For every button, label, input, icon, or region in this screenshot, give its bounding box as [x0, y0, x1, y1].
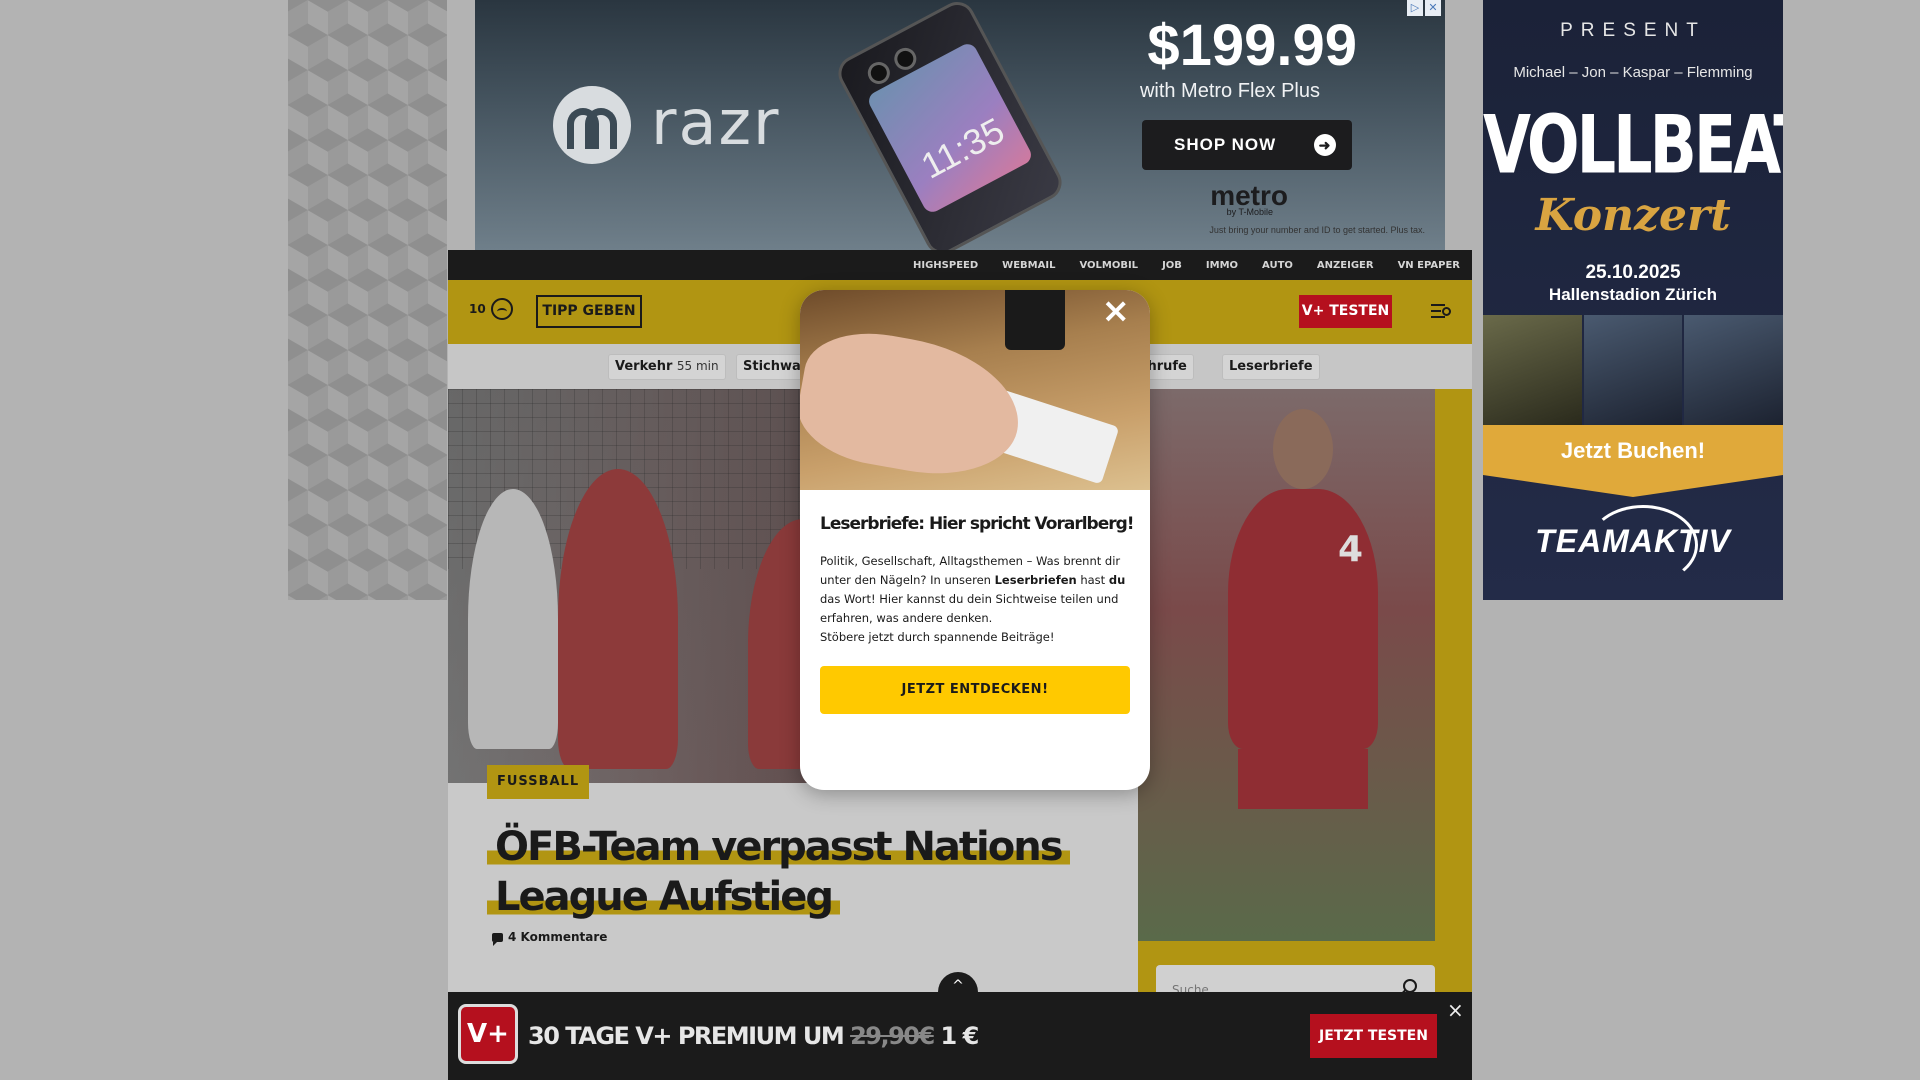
ad-brand: razr	[651, 86, 781, 159]
ad-band-name: VOLLBEAT	[1483, 97, 1783, 192]
band-photo	[1583, 315, 1683, 425]
carrier-sub: by T-Mobile	[1226, 207, 1273, 217]
player-head	[1273, 409, 1333, 489]
modal-image	[800, 290, 1150, 490]
modal-body: Politik, Gesellschaft, Alltagsthemen – W…	[820, 552, 1140, 647]
ad-names: Michael – Jon – Kaspar – Flemming	[1513, 64, 1753, 81]
modal-body-bold: du	[1108, 573, 1126, 587]
shop-now-label: SHOP NOW	[1174, 135, 1277, 154]
search-icon[interactable]	[1403, 979, 1417, 993]
modal-body-bold: Leserbriefen	[994, 573, 1077, 587]
vplus-logo: V+	[458, 1004, 518, 1064]
traffic-delay: 55 min	[676, 359, 719, 373]
headline-line-2: League Aufstieg	[487, 874, 841, 920]
right-skyscraper-ad[interactable]: PRESENT Michael – Jon – Kaspar – Flemmin…	[1483, 0, 1783, 600]
topbar-link-job[interactable]: JOB	[1150, 260, 1194, 271]
top-banner-ad[interactable]: ▷ ✕ razr 11:35 $199.99 with Metro Flex P…	[475, 0, 1445, 250]
ad-present: PRESENT	[1560, 20, 1706, 41]
band-photo	[1483, 315, 1582, 425]
cup-shape	[1005, 290, 1065, 350]
tipp-geben-button[interactable]: TIPP GEBEN	[536, 295, 642, 328]
weather-widget[interactable]: 10	[469, 298, 513, 320]
close-icon[interactable]: ×	[1102, 294, 1131, 328]
organizer-logo: TEAMAKTIV	[1535, 523, 1731, 559]
modal-body-text: das Wort! Hier kannst du dein Sichtweise…	[820, 592, 1119, 625]
phone-screen	[865, 40, 1035, 216]
modal-body-text: Stöbere jetzt durch spannende Beiträge!	[820, 630, 1055, 644]
promo-old-price: 29,90€	[850, 1022, 935, 1050]
promo-text: 30 TAGE V+ PREMIUM UM 29,90€ 1 €	[528, 1022, 980, 1050]
jetzt-buchen-button[interactable]: Jetzt Buchen!	[1483, 438, 1783, 464]
player-figure	[468, 489, 558, 749]
headline-line-1: ÖFB-Team verpasst Nations	[487, 824, 1070, 870]
topbar-link-volmobil[interactable]: VOLMOBIL	[1067, 260, 1150, 271]
weather-icon	[490, 298, 513, 320]
top-service-bar: HIGHSPEED WEBMAIL VOLMOBIL JOB IMMO AUTO…	[448, 250, 1472, 280]
premium-promo-bar: V+ 30 TAGE V+ PREMIUM UM 29,90€ 1 € JETZ…	[448, 992, 1472, 1080]
menu-search-icon[interactable]	[1431, 302, 1453, 320]
band-photos	[1483, 315, 1783, 425]
comments-link[interactable]: 4 Kommentare	[492, 930, 608, 946]
sidebar: 4	[1138, 389, 1472, 1080]
ad-choices-badge[interactable]: ▷ ✕	[1407, 0, 1441, 16]
promo-new-price: 1 €	[933, 1022, 980, 1050]
vplus-testen-button[interactable]: V+ TESTEN	[1299, 295, 1392, 328]
ad-fine-print: Just bring your number and ID to get sta…	[1209, 225, 1425, 235]
player-shirt	[1228, 489, 1378, 749]
player-figure	[558, 469, 678, 769]
category-badge[interactable]: FUSSBALL	[487, 765, 590, 799]
player-shorts	[1238, 749, 1368, 809]
motorola-logo-icon	[553, 86, 631, 164]
jetzt-entdecken-button[interactable]: JETZT ENTDECKEN!	[820, 666, 1130, 714]
topbar-link-immo[interactable]: IMMO	[1194, 260, 1250, 271]
comment-icon	[492, 932, 503, 946]
promo-text-prefix: 30 TAGE V+ PREMIUM UM	[528, 1022, 851, 1050]
topic-chip-verkehr[interactable]: Verkehr 55 min	[608, 354, 726, 380]
ad-close-icon[interactable]: ✕	[1425, 0, 1441, 16]
topbar-link-webmail[interactable]: WEBMAIL	[990, 260, 1067, 271]
topbar-link-vn-epaper[interactable]: VN EPAPER	[1386, 260, 1472, 271]
modal-body-text: hast	[1076, 573, 1109, 587]
topbar-link-auto[interactable]: AUTO	[1250, 260, 1305, 271]
band-photo	[1684, 315, 1783, 425]
ad-venue: Hallenstadion Zürich	[1548, 285, 1718, 304]
hand-shape	[800, 321, 1030, 489]
ad-date: 25.10.2025	[1585, 262, 1681, 283]
ad-konzert: Konzert	[1535, 190, 1731, 241]
topbar-link-anzeiger[interactable]: ANZEIGER	[1305, 260, 1386, 271]
topbar-link-highspeed[interactable]: HIGHSPEED	[901, 260, 990, 271]
ad-price-sub: with Metro Flex Plus	[1139, 80, 1320, 102]
comments-count: 4 Kommentare	[508, 930, 608, 944]
leserbriefe-modal: × Leserbriefe: Hier spricht Vorarlberg! …	[800, 290, 1150, 790]
article-headline[interactable]: ÖFB-Team verpasst Nations League Aufstie…	[487, 822, 1087, 922]
ad-info-icon[interactable]: ▷	[1407, 0, 1423, 16]
jetzt-testen-button[interactable]: JETZT TESTEN	[1310, 1014, 1437, 1058]
shop-now-button[interactable]: SHOP NOW ➜	[1142, 120, 1352, 170]
topic-chip-leserbriefe[interactable]: Leserbriefe	[1222, 354, 1320, 380]
left-ad-pattern	[288, 0, 447, 600]
buchen-band-tip	[1483, 475, 1783, 497]
arrow-right-icon: ➜	[1314, 134, 1336, 156]
weather-temp: 10	[469, 302, 486, 316]
topic-chip-stichwort[interactable]: Stichwa	[736, 354, 808, 380]
phone-image: 11:35	[832, 0, 1068, 250]
close-icon[interactable]: ×	[1447, 998, 1464, 1022]
sidebar-photo[interactable]: 4	[1138, 389, 1435, 941]
ad-price: $199.99	[1147, 13, 1357, 78]
topic-chip-label: Verkehr	[615, 359, 673, 374]
player-number: 4	[1338, 529, 1364, 570]
modal-title: Leserbriefe: Hier spricht Vorarlberg!	[820, 514, 1135, 534]
